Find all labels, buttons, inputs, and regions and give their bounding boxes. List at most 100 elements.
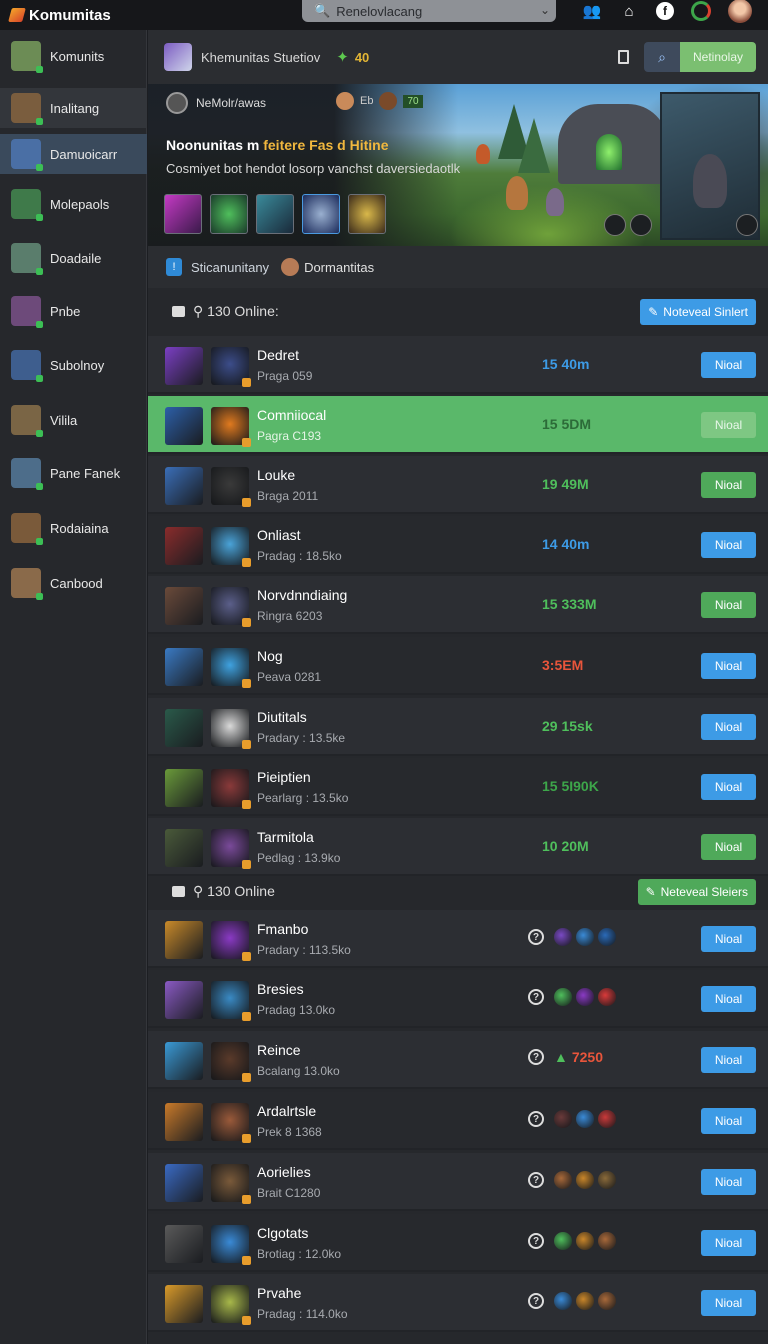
help-icon[interactable]: ? — [528, 1049, 544, 1065]
sidebar-item-pane-fanek[interactable]: Pane Fanek — [0, 453, 147, 493]
sidebar-item-komunits[interactable]: Komunits — [0, 36, 147, 76]
facebook-icon[interactable]: f — [656, 2, 674, 20]
row-action-button[interactable]: Nioal — [701, 1290, 756, 1316]
ability-icon[interactable] — [210, 194, 248, 234]
banner-subtitle: Cosmiyet bot hendot losorp vanchst daver… — [166, 161, 461, 176]
sidebar-item-vilila[interactable]: Vilila — [0, 400, 147, 440]
app-brand[interactable]: Komumitas — [0, 7, 300, 24]
hero-portrait-icon — [211, 1103, 251, 1143]
help-icon[interactable]: ? — [528, 1233, 544, 1249]
breadcrumb-item[interactable]: Dormantitas — [304, 260, 374, 275]
row-action-button[interactable]: Nioal — [701, 412, 756, 438]
player-avatar-icon — [165, 648, 203, 686]
row-action-button[interactable]: Nioal — [701, 1230, 756, 1256]
player-name: Ardalrtsle — [257, 1103, 317, 1119]
player-name: Comniiocal — [257, 407, 327, 423]
header-search-button[interactable]: ⌕ — [644, 42, 680, 72]
breadcrumb: ! Sticanunitany Dormantitas — [148, 246, 768, 288]
home-icon[interactable]: ⌂ — [619, 1, 639, 21]
sidebar-item-label: Pnbe — [50, 303, 81, 319]
table-row[interactable]: Nog Peava 0281 3:5EM Nioal — [148, 637, 768, 695]
table-row[interactable]: Norvdnndiaing Ringra 6203 15 333M Nioal — [148, 576, 768, 634]
banner-control-button[interactable] — [736, 214, 758, 236]
ability-icon[interactable] — [348, 194, 386, 234]
sidebar-thumb — [11, 568, 43, 600]
item-slot-icon — [554, 1232, 572, 1250]
help-icon[interactable]: ? — [528, 1293, 544, 1309]
section-action-button[interactable]: ✎ Noteveal Sinlert — [640, 299, 756, 325]
table-row[interactable]: Dedret Praga 059 15 40m Nioal — [148, 336, 768, 394]
chevron-down-icon[interactable]: ⌄ — [540, 3, 550, 17]
sidebar: Komunits Inalitang Damuoicarr Molepaols … — [0, 30, 147, 1344]
table-row[interactable]: Diutitals Pradary : 13.5ke 29 15sk Nioal — [148, 698, 768, 756]
sidebar-item-rodaiaina[interactable]: Rodaiaina — [0, 508, 147, 548]
sidebar-item-damuoicarr[interactable]: Damuoicarr — [0, 134, 147, 174]
row-action-button[interactable]: Nioal — [701, 472, 756, 498]
table-row[interactable]: Pieiptien Pearlarg : 13.5ko 15 5I90K Nioal — [148, 758, 768, 816]
row-action-button[interactable]: Nioal — [701, 926, 756, 952]
row-action-button[interactable]: Nioal — [701, 532, 756, 558]
row-action-button[interactable]: Nioal — [701, 1169, 756, 1195]
banner-stat-avatar — [336, 92, 354, 110]
breadcrumb-item[interactable]: Sticanunitany — [191, 260, 269, 275]
status-ring-icon[interactable] — [691, 1, 711, 21]
ability-icon[interactable] — [302, 194, 340, 234]
help-icon[interactable]: ? — [528, 1111, 544, 1127]
sidebar-item-canbood[interactable]: Canbood — [0, 563, 147, 603]
sidebar-item-subolnoy[interactable]: Subolnoy — [0, 345, 147, 385]
player-avatar-icon — [165, 587, 203, 625]
row-action-button[interactable]: Nioal — [701, 834, 756, 860]
ability-icon[interactable] — [164, 194, 202, 234]
banner-title: Noonunitas m feitere Fas d Hitine — [166, 137, 389, 153]
search-input[interactable]: 🔍 Renelovlacang ⌄ — [302, 0, 556, 22]
sidebar-item-inalitang[interactable]: Inalitang — [0, 88, 147, 128]
rank-badge — [242, 1195, 251, 1204]
table-row[interactable]: Comniiocal Pagra C193 15 5DM Nioal — [148, 396, 768, 454]
rank-badge — [242, 800, 251, 809]
table-row[interactable]: Aorielies Brait C1280? Nioal — [148, 1153, 768, 1211]
rank-badge — [242, 1134, 251, 1143]
sidebar-item-pnbe[interactable]: Pnbe — [0, 291, 147, 331]
player-name: Onliast — [257, 527, 301, 543]
rank-badge — [242, 952, 251, 961]
table-row[interactable]: Louke Braga 2011 19 49M Nioal — [148, 456, 768, 514]
hero-portrait-icon — [211, 709, 251, 749]
friends-icon[interactable]: 👥 — [582, 1, 602, 21]
item-slot-icon — [576, 1171, 594, 1189]
row-action-button[interactable]: Nioal — [701, 1108, 756, 1134]
section-action-button[interactable]: ✎ Neteveal Sleiers — [637, 879, 756, 905]
banner-user-avatar — [166, 92, 188, 114]
help-icon[interactable]: ? — [528, 989, 544, 1005]
row-action-button[interactable]: Nioal — [701, 1047, 756, 1073]
bookmark-icon[interactable] — [618, 50, 629, 64]
sidebar-item-doadaile[interactable]: Doadaile — [0, 238, 147, 278]
row-action-button[interactable]: Nioal — [701, 774, 756, 800]
table-row[interactable]: Onliast Pradag : 18.5ko 14 40m Nioal — [148, 516, 768, 574]
ability-icon[interactable] — [256, 194, 294, 234]
banner-user-name: NeMolr/awas — [196, 96, 267, 110]
table-row[interactable]: Ardalrtsle Prek 8 1368? Nioal — [148, 1092, 768, 1150]
header-action-button[interactable]: Netinolay — [680, 42, 756, 72]
banner-control-button[interactable] — [604, 214, 626, 236]
row-action-button[interactable]: Nioal — [701, 653, 756, 679]
banner-control-button[interactable] — [630, 214, 652, 236]
row-action-button[interactable]: Nioal — [701, 986, 756, 1012]
row-action-button[interactable]: Nioal — [701, 352, 756, 378]
help-icon[interactable]: ? — [528, 1172, 544, 1188]
sidebar-item-molepaols[interactable]: Molepaols — [0, 184, 147, 224]
table-row[interactable]: Fmanbo Pradary : 113.5ko? Nioal — [148, 910, 768, 968]
help-icon[interactable]: ? — [528, 929, 544, 945]
table-row[interactable]: Reince Bcalang 13.0ko? ▲ 7250 Nioal — [148, 1031, 768, 1089]
section-title: ⚲ 130 Online — [193, 882, 275, 899]
hero-portrait-icon — [211, 347, 251, 387]
table-row[interactable]: Bresies Pradag 13.0ko? Nioal — [148, 970, 768, 1028]
bag-icon — [172, 885, 185, 897]
row-action-button[interactable]: Nioal — [701, 714, 756, 740]
item-slots: ? — [528, 1171, 616, 1189]
table-row[interactable]: Clgotats Brotiag : 12.0ko? Nioal — [148, 1214, 768, 1272]
table-row[interactable]: Prvahe Pradag : 114.0ko? Nioal — [148, 1274, 768, 1332]
user-avatar[interactable] — [728, 0, 752, 23]
rank-badge — [242, 679, 251, 688]
item-slot-icon — [598, 1171, 616, 1189]
row-action-button[interactable]: Nioal — [701, 592, 756, 618]
